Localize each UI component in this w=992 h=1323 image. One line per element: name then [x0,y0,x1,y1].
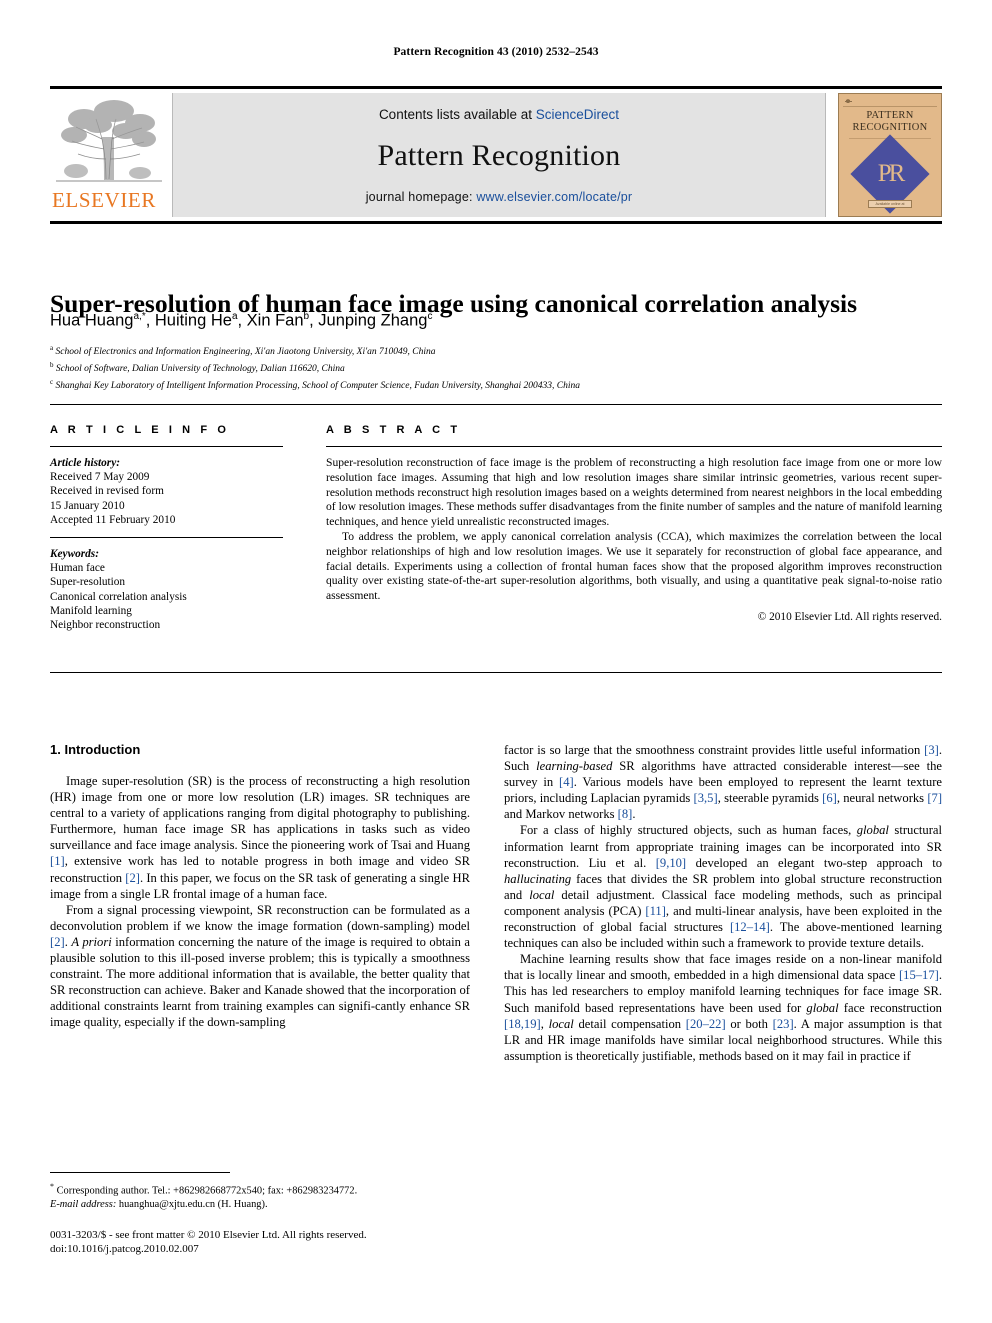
corresponding-author-note: * Corresponding author. Tel.: +862982668… [50,1180,470,1198]
footnote-block: * Corresponding author. Tel.: +862982668… [50,1180,470,1212]
copyright-line: © 2010 Elsevier Ltd. All rights reserved… [757,610,942,623]
section-title-introduction: 1. Introduction [50,742,141,757]
journal-masthead: ELSEVIER Contents lists available at Sci… [50,86,942,224]
article-history-item: Received in revised form [50,485,164,498]
running-head: Pattern Recognition 43 (2010) 2532–2543 [393,46,599,58]
affiliation-marker-c: c [50,377,54,386]
body-paragraph: For a class of highly structured objects… [504,823,942,951]
cover-topbar [843,97,937,107]
imprint-block: 0031-3203/$ - see front matter © 2010 El… [50,1228,510,1256]
abstract-paragraph: Super-resolution reconstruction of face … [326,456,942,529]
affiliation-text-c: Shanghai Key Laboratory of Intelligent I… [55,380,580,391]
keywords-label: Keywords: [50,548,99,561]
masthead-top-rule [50,86,942,89]
article-info-rule [50,446,283,447]
body-paragraph: factor is so large that the smoothness c… [504,743,943,822]
elsevier-tree-icon [56,100,162,182]
keyword-item: Super-resolution [50,576,126,589]
abstract-paragraph: To address the problem, we apply canonic… [326,529,942,603]
affiliation-text-b: School of Software, Dalian University of… [55,363,345,374]
affiliation-marker-b: b [50,360,54,369]
asterisk-icon: * [50,1182,54,1191]
introduction-right-text: factor is so large that the smoothness c… [504,742,942,1064]
homepage-link[interactable]: www.elsevier.com/locate/pr [476,190,632,204]
cover-monogram: PR [877,160,903,187]
contents-prefix: Contents lists available at [378,107,536,122]
article-history-item: Accepted 11 February 2010 [50,513,176,526]
cover-title-line2: RECOGNITION [852,122,928,133]
abstract-band-bottom-rule [50,672,942,673]
abstract-heading: A B S T R A C T [326,424,461,436]
article-history-item: Received 7 May 2009 [50,471,150,484]
email-address[interactable]: huanghua@xjtu.edu.cn (H. Huang). [119,1199,268,1210]
article-history-label: Article history: [50,457,120,469]
elsevier-wordmark: ELSEVIER [52,188,156,212]
cover-title-line1: PATTERN [866,110,914,121]
masthead-bottom-rule [50,221,942,224]
cover-footer: Available online at [839,200,941,208]
keywords-rule [50,537,283,539]
affiliation-list: a School of Electronics and Information … [50,342,942,392]
body-paragraph: From a signal processing viewpoint, SR r… [50,902,471,1030]
author-list: Hua Huanga,*, Huiting Hea, Xin Fanb, Jun… [50,311,433,330]
journal-cover-thumbnail: PATTERN RECOGNITION PR Available online … [838,93,942,217]
contents-available-line: Contents lists available at ScienceDirec… [379,107,619,122]
keyword-item: Human face [50,562,105,575]
cover-footer-badge: Available online at [868,200,912,208]
article-history-group: Article history: Received 7 May 2009 Rec… [50,456,283,527]
body-column-right: factor is so large that the smoothness c… [504,742,942,1064]
abstract-body: Super-resolution reconstruction of face … [326,456,942,604]
corresponding-author-text: Corresponding author. Tel.: +86298266877… [56,1185,358,1197]
introduction-left-text: Image super-resolution (SR) is the proce… [50,773,470,1031]
journal-title: Pattern Recognition [377,139,621,172]
email-label: E-mail address: [50,1199,117,1211]
issn-line: 0031-3203/$ - see front matter © 2010 El… [50,1229,367,1241]
affiliation-marker-a: a [50,344,54,352]
body-paragraph: Image super-resolution (SR) is the proce… [50,774,470,901]
homepage-label: journal homepage: [365,190,477,204]
keyword-item: Canonical correlation analysis [50,590,187,603]
footnote-rule [50,1172,230,1173]
elsevier-logo: ELSEVIER [50,93,172,217]
cover-elsevier-icon [843,97,853,106]
keyword-item: Manifold learning [50,604,132,617]
keywords-group: Keywords: Human face Super-resolution Ca… [50,547,283,632]
affiliation-item: c Shanghai Key Laboratory of Intelligent… [50,376,942,393]
journal-homepage-line: journal homepage: www.elsevier.com/locat… [366,190,633,204]
body-paragraph: Machine learning results show that face … [504,952,943,1063]
abstract-band-top-rule [50,404,942,405]
email-note: E-mail address: huanghua@xjtu.edu.cn (H.… [50,1198,470,1212]
journal-article-page: Pattern Recognition 43 (2010) 2532–2543 [0,0,992,1323]
abstract-column: A B S T R A C T Super-resolution reconst… [326,424,942,623]
article-info-heading: A R T I C L E I N F O [50,424,230,436]
affiliation-text-a: School of Electronics and Information En… [55,347,436,358]
masthead-center: Contents lists available at ScienceDirec… [172,93,826,217]
affiliation-item: a School of Electronics and Information … [50,342,942,359]
article-history-item: 15 January 2010 [50,499,125,512]
abstract-rule [326,446,942,447]
doi-line[interactable]: doi:10.1016/j.patcog.2010.02.007 [50,1242,510,1256]
cover-title: PATTERN RECOGNITION [839,110,941,134]
keyword-item: Neighbor reconstruction [50,619,161,632]
article-info-column: A R T I C L E I N F O Article history: R… [50,424,283,632]
body-column-left: 1. Introduction Image super-resolution (… [50,742,470,1031]
masthead-body: ELSEVIER Contents lists available at Sci… [50,93,942,217]
sciencedirect-link[interactable]: ScienceDirect [536,107,619,122]
affiliation-item: b School of Software, Dalian University … [50,359,942,376]
